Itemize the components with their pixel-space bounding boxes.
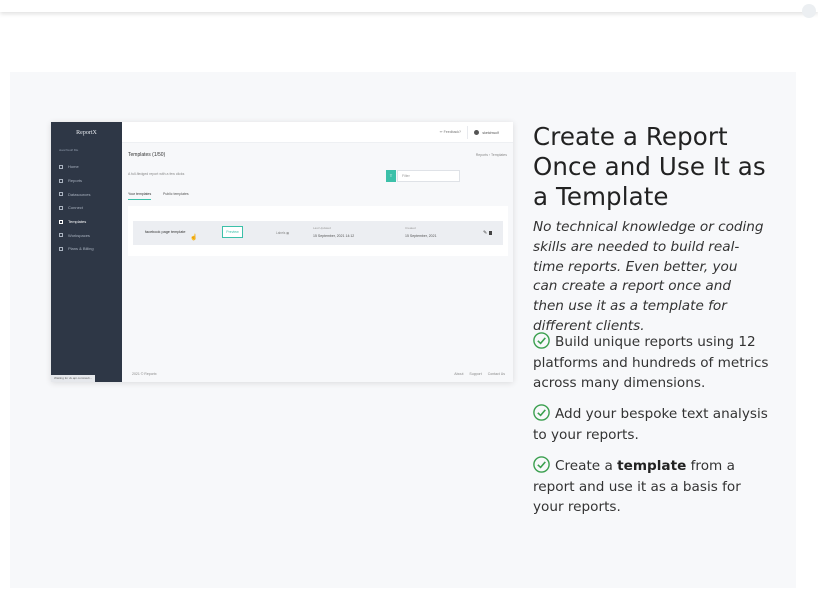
feature-bullet-2: Add your bespoke text analysis to your r… xyxy=(533,404,769,445)
section-heading: Create a Report Once and Use It as a Tem… xyxy=(533,122,766,211)
sidebar-item-workspaces[interactable]: Workspaces xyxy=(51,228,122,242)
feature-bullet-text-start: Create a xyxy=(555,458,618,474)
table-row[interactable]: facebook page template ☝ Preview Labels … xyxy=(133,221,503,245)
sidebar-item-reports[interactable]: Reports xyxy=(51,174,122,188)
header-avatar-dot[interactable] xyxy=(802,4,816,18)
app-content: Templates (1/50) Reports › Templates A f… xyxy=(122,143,513,382)
check-circle-icon xyxy=(533,404,550,421)
templates-card: facebook page template ☝ Preview Labels … xyxy=(128,206,508,256)
footer-link-support[interactable]: Support xyxy=(469,372,481,376)
page-subtitle: A full-fledged report with a few clicks xyxy=(128,172,185,176)
app-header: ✏ Feedback? sketchwolf xyxy=(122,122,513,143)
filter-button[interactable]: T xyxy=(386,170,396,182)
template-name[interactable]: facebook page template xyxy=(145,230,186,234)
tab-your-templates[interactable]: Your templates xyxy=(128,192,152,200)
sidebar-item-templates[interactable]: Templates xyxy=(51,215,122,229)
created-label: Created xyxy=(405,226,416,230)
hand-cursor-icon: ☝ xyxy=(190,235,198,241)
edit-icon[interactable]: ✎ xyxy=(483,230,487,236)
sidebar-nav: Home Reports Datasources Connect Templat… xyxy=(51,160,122,256)
last-updated-label: Last Updated xyxy=(313,226,331,230)
reports-icon xyxy=(59,178,63,183)
breadcrumb[interactable]: Reports › Templates xyxy=(476,153,507,157)
workspace-icon xyxy=(59,233,63,238)
footer-link-about[interactable]: About xyxy=(454,372,463,376)
filter-input[interactable]: Filter xyxy=(397,170,460,182)
check-circle-icon xyxy=(533,332,550,349)
footer-copyright: 2021 © Reportx xyxy=(132,372,157,376)
page-title: Templates (1/50) xyxy=(128,152,166,158)
preview-button[interactable]: Preview xyxy=(222,226,243,238)
top-header-bar xyxy=(0,0,818,18)
user-name: sketchwolf xyxy=(482,130,499,135)
billing-icon xyxy=(59,246,63,251)
created-value: 15 September, 2021 xyxy=(405,234,437,238)
feature-bullet-text: Build unique reports using 12 platforms … xyxy=(533,334,769,391)
feature-bullet-text: Add your bespoke text analysis to your r… xyxy=(533,406,768,443)
status-loading-text: Waiting for vk.api.com/web... xyxy=(51,375,96,382)
app-screenshot: ReportX sketchwolf fille Home Reports Da… xyxy=(51,122,513,382)
template-icon xyxy=(59,219,63,224)
footer-links: About Support Contact Us xyxy=(454,372,505,376)
database-icon xyxy=(59,192,63,197)
plug-icon xyxy=(59,205,63,210)
labels-field[interactable]: Labels ▦ xyxy=(276,231,289,235)
app-logo: ReportX xyxy=(76,130,97,136)
last-updated-value: 15 September, 2021 14:12 xyxy=(313,234,355,238)
section-lead: No technical knowledge or coding skills … xyxy=(533,219,764,334)
user-menu[interactable]: sketchwolf xyxy=(467,126,505,139)
sidebar-item-datasources[interactable]: Datasources xyxy=(51,187,122,201)
user-icon xyxy=(474,130,480,135)
feature-bullet-3: Create a template from a report and use … xyxy=(533,456,769,518)
feature-bullet-bold-word: template xyxy=(617,458,687,474)
sidebar-item-plans-billing[interactable]: Plans & Billing xyxy=(51,242,122,256)
account-name: sketchwolf fille xyxy=(59,148,79,152)
sidebar-item-home[interactable]: Home xyxy=(51,160,122,174)
footer-link-contact[interactable]: Contact Us xyxy=(488,372,505,376)
app-sidebar: ReportX sketchwolf fille Home Reports Da… xyxy=(51,122,122,382)
trash-icon[interactable] xyxy=(489,231,492,235)
feedback-link[interactable]: ✏ Feedback? xyxy=(440,130,461,134)
check-circle-icon xyxy=(533,456,550,473)
sidebar-item-connect[interactable]: Connect xyxy=(51,201,122,215)
home-icon xyxy=(59,164,63,169)
tab-public-templates[interactable]: Public templates xyxy=(163,192,189,199)
feature-bullet-1: Build unique reports using 12 platforms … xyxy=(533,332,769,394)
